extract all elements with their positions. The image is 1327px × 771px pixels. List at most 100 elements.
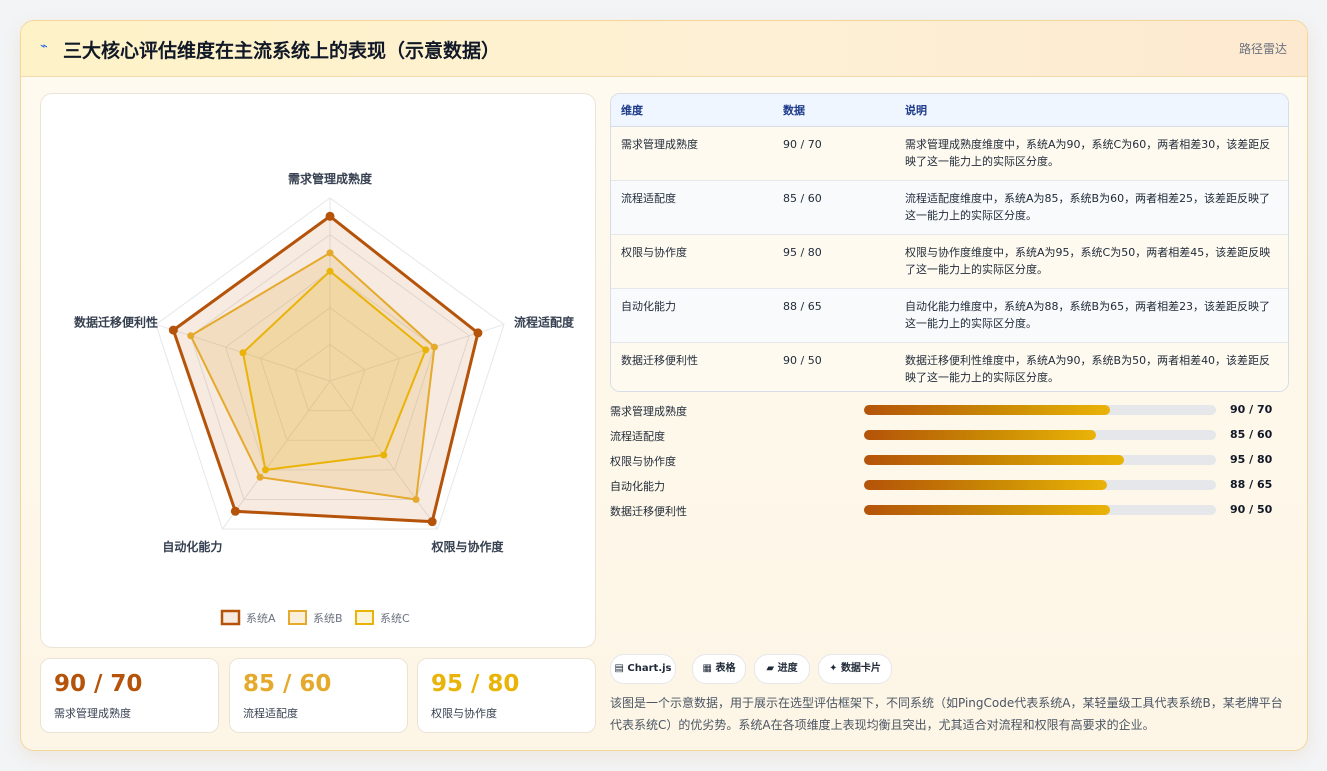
legend-label: 系统B	[313, 612, 343, 625]
legend-swatch	[355, 610, 374, 625]
description-cell: 自动化能力维度中，系统A为88，系统B为65，两者相差23，该差距反映了这一能力…	[895, 288, 1288, 343]
radar-axis-label: 流程适配度	[514, 314, 575, 329]
chip-label: 表格	[715, 663, 736, 674]
progress-label: 需求管理成熟度	[610, 405, 687, 418]
radar-data-point	[427, 517, 437, 527]
progress-list: 需求管理成熟度 90 / 70 流程适配度 85 / 60 权限与协作度 95 …	[610, 403, 1287, 528]
chip-data-card[interactable]: ✦ 数据卡片	[818, 654, 892, 684]
progress-row: 需求管理成熟度 90 / 70	[610, 403, 1287, 428]
progress-value: 95 / 80	[1230, 453, 1273, 466]
report-card: ⌁ 三大核心评估维度在主流系统上的表现（示意数据） 路径雷达 需求管理成熟度 流程…	[20, 20, 1308, 751]
progress-value: 90 / 70	[1230, 403, 1273, 416]
legend-label: 系统A	[246, 612, 276, 625]
description-cell: 权限与协作度维度中，系统A为95，系统C为50，两者相差45，该差距反映了这一能…	[895, 234, 1288, 289]
table-row: 权限与协作度 95 / 80 权限与协作度维度中，系统A为95，系统C为50，两…	[611, 234, 1288, 289]
progress-track	[864, 455, 1216, 465]
progress-track	[864, 480, 1216, 490]
progress-track	[864, 430, 1216, 440]
radar-axis-label: 权限与协作度	[431, 539, 505, 554]
progress-row: 自动化能力 88 / 65	[610, 478, 1287, 503]
radar-axis-label: 数据迁移便利性	[74, 314, 158, 329]
progress-track	[864, 505, 1216, 515]
radar-data-point	[325, 211, 335, 221]
chip-label: Chart.js	[627, 663, 672, 674]
chip-label: 数据卡片	[840, 663, 881, 674]
dimension-cell: 数据迁移便利性	[611, 342, 773, 391]
progress-label: 数据迁移便利性	[610, 505, 687, 518]
kpi-value: 95 / 80	[431, 671, 520, 697]
chip-table[interactable]: ▦ 表格	[692, 654, 746, 684]
description-cell: 数据迁移便利性维度中，系统A为90，系统B为50，两者相差40，该差距反映了这一…	[895, 342, 1288, 391]
radar-data-point	[380, 451, 388, 459]
radar-data-point	[473, 328, 483, 338]
column-header: 维度	[611, 94, 773, 127]
data-cell: 85 / 60	[773, 180, 895, 235]
radar-axis-label: 需求管理成熟度	[288, 171, 373, 186]
table-row: 自动化能力 88 / 65 自动化能力维度中，系统A为88，系统B为65，两者相…	[611, 288, 1288, 343]
progress-label: 权限与协作度	[610, 455, 676, 468]
legend-label: 系统C	[380, 612, 410, 625]
table-icon: ▤	[614, 663, 624, 674]
dimension-cell: 流程适配度	[611, 180, 773, 235]
data-cell: 88 / 65	[773, 288, 895, 343]
progress-fill	[864, 505, 1111, 515]
table-row: 数据迁移便利性 90 / 50 数据迁移便利性维度中，系统A为90，系统B为50…	[611, 342, 1288, 391]
progress-fill	[864, 455, 1125, 465]
radar-data-point	[261, 466, 269, 474]
kpi-card: 95 / 80 权限与协作度	[417, 658, 596, 733]
progress-fill	[864, 405, 1111, 415]
radar-data-point	[430, 343, 438, 351]
page-title: 三大核心评估维度在主流系统上的表现（示意数据）	[63, 40, 501, 62]
data-cell: 90 / 70	[773, 126, 895, 181]
description-cell: 需求管理成熟度维度中，系统A为90，系统C为60，两者相差30，该差距反映了这一…	[895, 126, 1288, 181]
radar-data-point	[422, 346, 430, 354]
kpi-label: 权限与协作度	[431, 707, 497, 720]
table-row: 需求管理成熟度 90 / 70 需求管理成熟度维度中，系统A为90，系统C为60…	[611, 126, 1288, 181]
progress-row: 流程适配度 85 / 60	[610, 428, 1287, 453]
radar-data-point	[239, 349, 247, 357]
dimension-cell: 需求管理成熟度	[611, 126, 773, 181]
card-header: ⌁ 三大核心评估维度在主流系统上的表现（示意数据） 路径雷达	[21, 21, 1307, 77]
radar-axis-label: 自动化能力	[162, 539, 222, 554]
kpi-value: 85 / 60	[243, 671, 332, 697]
dimension-cell: 自动化能力	[611, 288, 773, 343]
chart-note: 该图是一个示意数据，用于展示在选型评估框架下，不同系统（如PingCode代表系…	[610, 696, 1283, 732]
column-header: 数据	[773, 94, 895, 127]
dimension-cell: 权限与协作度	[611, 234, 773, 289]
progress-label: 自动化能力	[610, 480, 665, 493]
kpi-card: 90 / 70 需求管理成熟度	[40, 658, 219, 733]
sparkle-icon: ✦	[829, 663, 838, 674]
radar-chart-panel: 需求管理成熟度流程适配度权限与协作度 自动化能力 数据迁移便利性系统A 系统B 系统C	[40, 93, 596, 648]
data-cell: 90 / 50	[773, 342, 895, 391]
progress-label: 流程适配度	[610, 430, 665, 443]
radar-data-point	[412, 495, 420, 503]
radar-data-point	[256, 473, 264, 481]
table-row: 流程适配度 85 / 60 流程适配度维度中，系统A为85，系统B为60，两者相…	[611, 180, 1288, 235]
legend-swatch	[220, 609, 241, 626]
progress-row: 数据迁移便利性 90 / 50	[610, 503, 1287, 528]
kpi-value: 90 / 70	[54, 671, 143, 697]
progress-value: 88 / 65	[1230, 478, 1273, 491]
kpi-label: 需求管理成熟度	[54, 707, 131, 720]
radar-data-point	[326, 267, 334, 275]
chip-chartjs[interactable]: ▤ Chart.js	[610, 654, 676, 684]
description-cell: 流程适配度维度中，系统A为85，系统B为60，两者相差25，该差距反映了这一能力…	[895, 180, 1288, 235]
radar-data-point	[168, 325, 178, 335]
header-tag: 路径雷达	[1238, 42, 1287, 56]
progress-value: 90 / 50	[1230, 503, 1273, 516]
radar-data-point	[230, 506, 240, 516]
progress-row: 权限与协作度 95 / 80	[610, 453, 1287, 478]
table-header-row: 维度 数据 说明	[611, 94, 1288, 127]
legend-swatch	[288, 610, 307, 625]
column-header: 说明	[895, 94, 1288, 127]
radar-data-point	[326, 249, 334, 257]
progress-value: 85 / 60	[1230, 428, 1273, 441]
kpi-card: 85 / 60 流程适配度	[229, 658, 408, 733]
chip-label: 进度	[777, 663, 798, 674]
progress-track	[864, 405, 1216, 415]
progress-fill	[864, 430, 1097, 440]
radar-data-point	[187, 332, 195, 340]
chip-progress[interactable]: ▰ 进度	[754, 654, 810, 684]
radar-chart: 需求管理成熟度流程适配度权限与协作度 自动化能力 数据迁移便利性系统A 系统B 系统C	[74, 171, 575, 626]
kpi-label: 流程适配度	[243, 707, 298, 720]
